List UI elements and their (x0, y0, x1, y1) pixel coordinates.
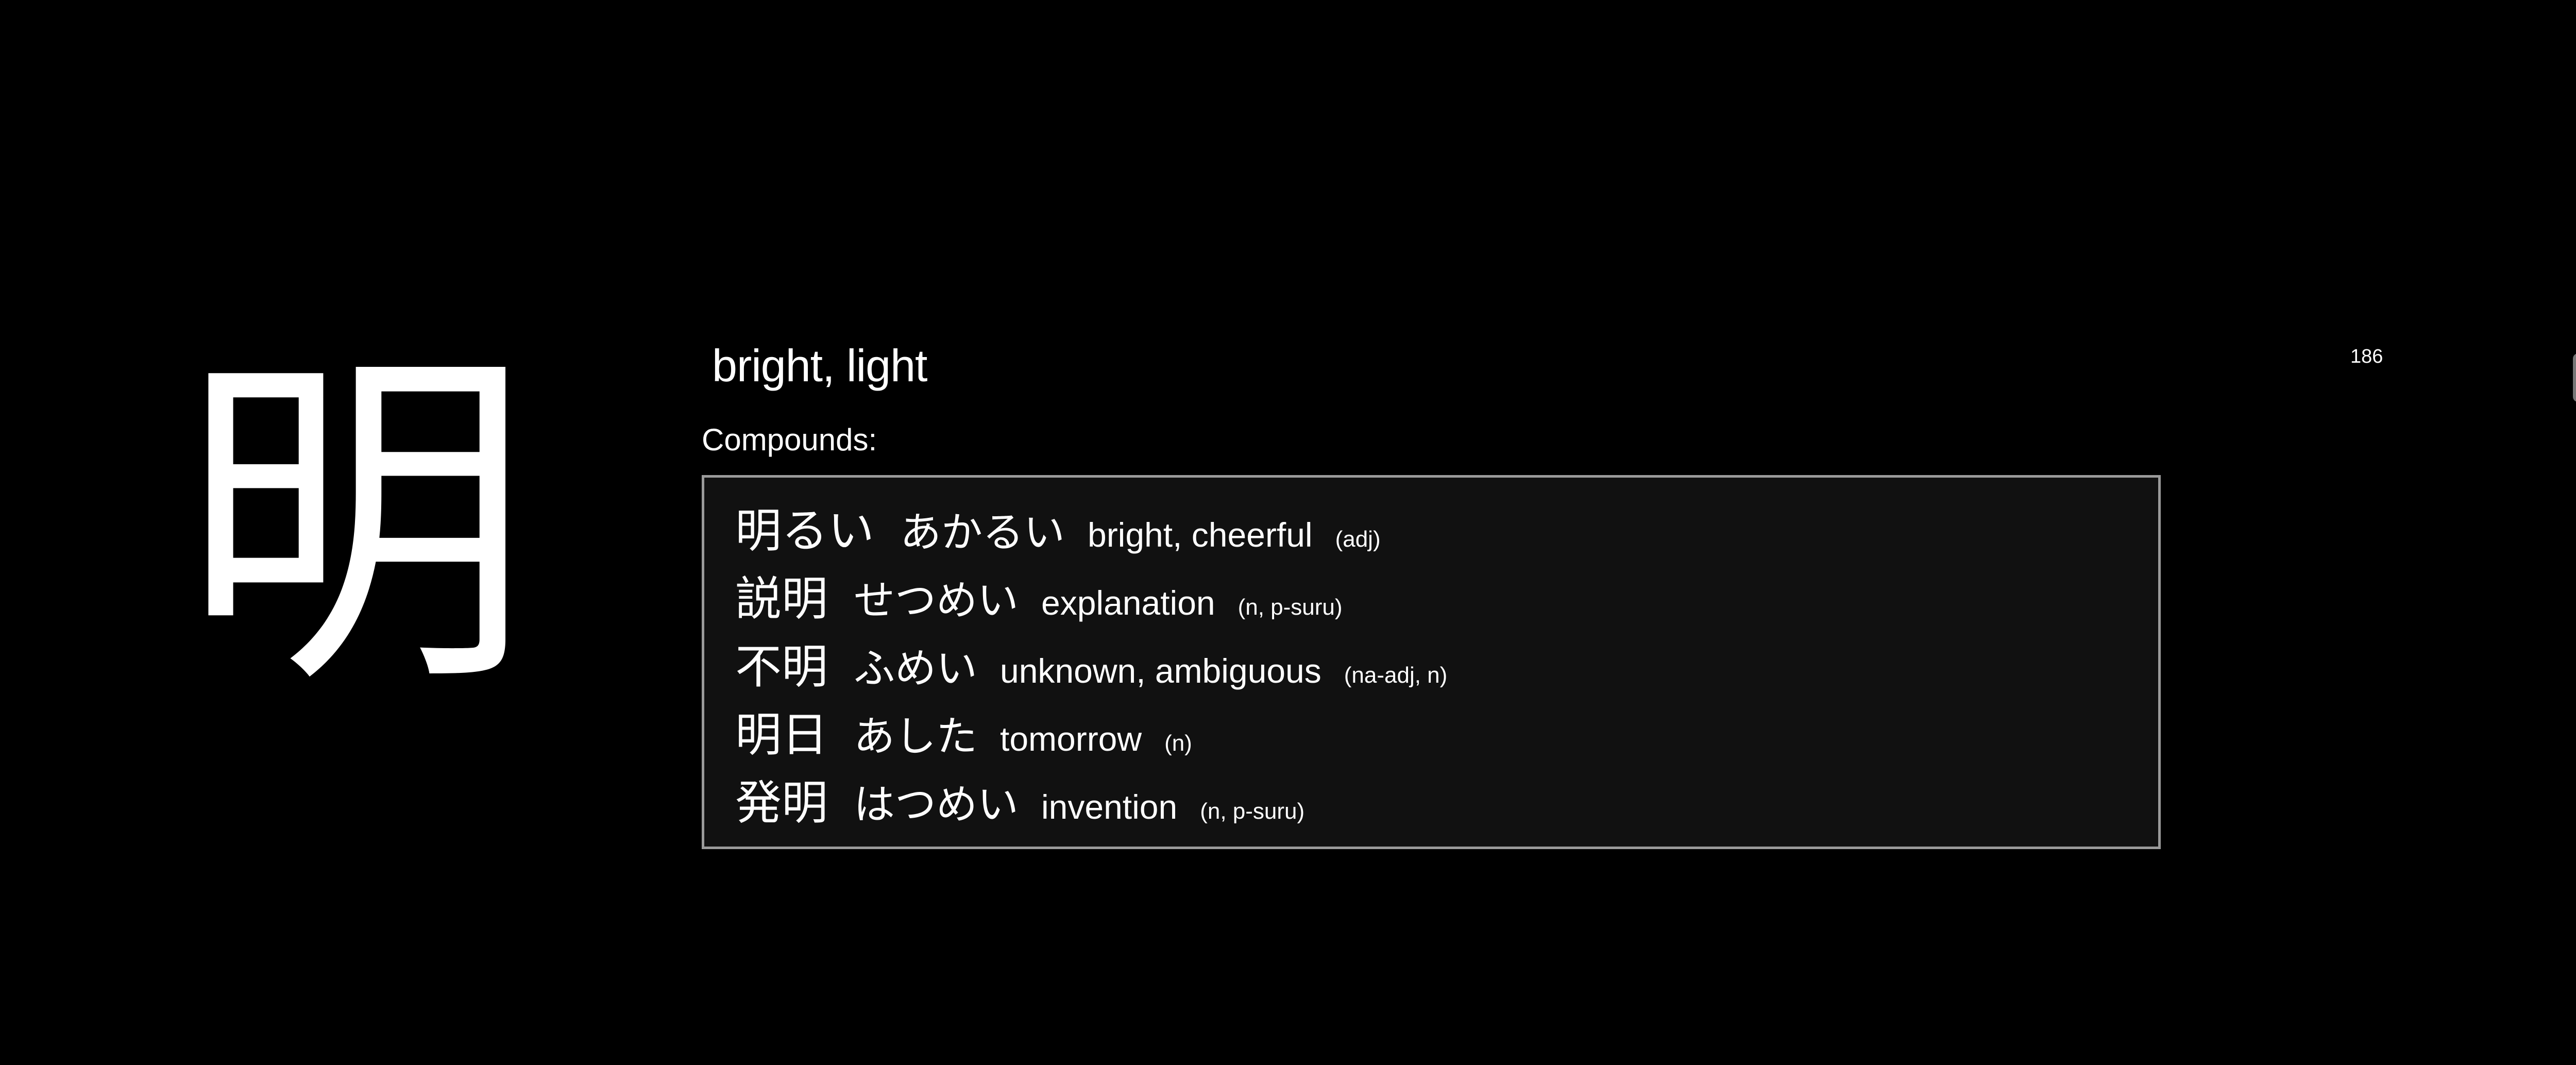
compound-word: 不明 (735, 640, 828, 694)
compound-gloss: invention (1041, 788, 1178, 826)
compound-gloss: bright, cheerful (1088, 516, 1313, 554)
compound-part-of-speech: (n, p-suru) (1200, 799, 1305, 824)
compounds-heading: Compounds: (702, 422, 877, 457)
scrollbar-handle[interactable] (2573, 353, 2576, 402)
kanji-character: 明 (180, 322, 531, 729)
compound-reading: せつめい (854, 577, 1019, 624)
compound-row: 不明 ふめい unknown, ambiguous (na-adj, n) (735, 629, 2158, 697)
compound-part-of-speech: (n) (1164, 731, 1192, 756)
compounds-list: 明るい あかるい bright, cheerful (adj) 説明 せつめい … (702, 475, 2161, 849)
compound-reading: ふめい (854, 645, 977, 692)
compound-gloss: tomorrow (1000, 720, 1142, 758)
compound-word: 明日 (735, 708, 828, 762)
compound-gloss: explanation (1041, 584, 1215, 622)
compound-part-of-speech: (na-adj, n) (1344, 663, 1448, 688)
compound-row: 明るい あかるい bright, cheerful (adj) (735, 493, 2158, 561)
compound-word: 明るい (735, 504, 874, 558)
compound-part-of-speech: (n, p-suru) (1238, 595, 1343, 620)
kanji-meaning: bright, light (712, 340, 927, 391)
compound-word: 説明 (735, 572, 828, 626)
compound-word: 発明 (735, 776, 828, 830)
compound-reading: はつめい (854, 781, 1019, 829)
card-number: 186 (2350, 346, 2383, 367)
compound-gloss: unknown, ambiguous (1000, 652, 1321, 690)
compound-row: 発明 はつめい invention (n, p-suru) (735, 765, 2158, 833)
compound-reading: あかるい (900, 509, 1065, 556)
compound-row: 明日 あした tomorrow (n) (735, 697, 2158, 765)
compound-row: 説明 せつめい explanation (n, p-suru) (735, 561, 2158, 629)
compound-reading: あした (854, 713, 977, 760)
compound-part-of-speech: (adj) (1335, 527, 1381, 552)
